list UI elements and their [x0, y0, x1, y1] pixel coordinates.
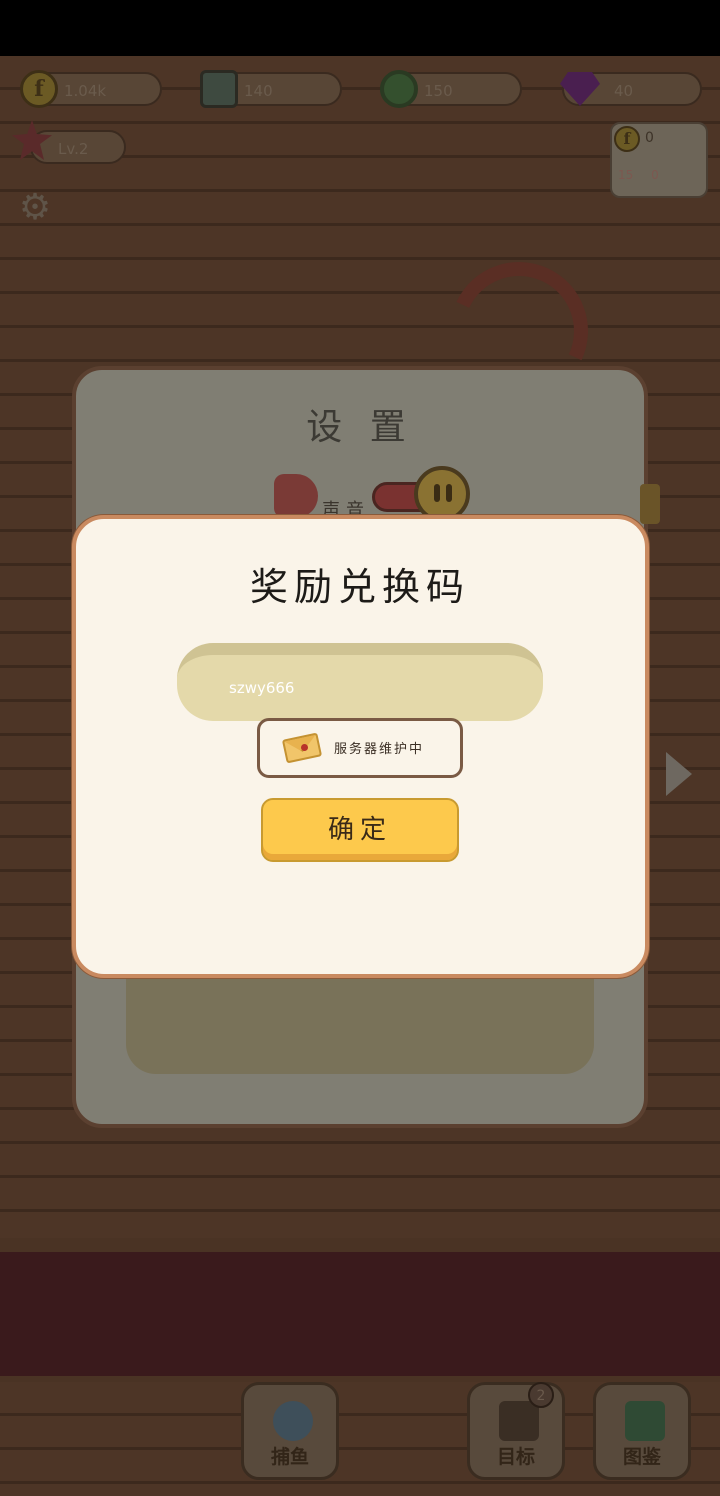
nav-fishing-button[interactable]: 捕鱼 — [241, 1382, 339, 1480]
submarine-icon — [273, 1401, 313, 1441]
coin-icon: f — [614, 126, 640, 152]
purple-gems-value: 40 — [614, 82, 634, 100]
goals-badge: 2 — [528, 1382, 554, 1408]
nav-fishing-label: 捕鱼 — [270, 1446, 309, 1468]
coin-icon: f — [20, 70, 58, 108]
mini-coins-value: 0 — [645, 130, 654, 146]
mini-stat-b: 0 — [651, 168, 659, 182]
dialog-title: 奖励兑换码 — [249, 565, 470, 609]
knob-eye-right — [446, 484, 452, 502]
nav-collection-label: 图鉴 — [622, 1446, 661, 1468]
books-value: 140 — [244, 82, 273, 100]
coins-counter: f 1.04k — [20, 70, 162, 108]
nav-goals-label: 目标 — [496, 1446, 535, 1468]
sound-toggle-knob[interactable] — [414, 466, 470, 522]
green-gems-counter: 150 — [380, 70, 522, 108]
gear-icon[interactable]: ⚙ — [17, 190, 53, 226]
envelope-seal — [301, 744, 308, 751]
mini-stats-row: 15 0 — [618, 168, 659, 182]
books-counter: 140 — [200, 70, 342, 108]
redeem-code-input[interactable] — [177, 643, 543, 721]
confirm-button[interactable]: 确定 — [261, 798, 459, 862]
fish-book-icon — [625, 1401, 665, 1441]
speaker-icon — [274, 474, 318, 518]
status-bar — [0, 0, 720, 56]
book-icon — [200, 70, 238, 108]
mini-stat-a: 15 — [618, 168, 634, 182]
purple-gem-icon — [560, 72, 600, 106]
purple-gems-counter: 40 — [560, 72, 702, 106]
target-board-icon — [499, 1401, 539, 1441]
server-notice-text: 服务器维护中 — [334, 742, 425, 757]
green-gem-icon — [380, 70, 418, 108]
arrow-right-icon[interactable] — [666, 752, 692, 796]
level-value: Lv.2 — [58, 140, 89, 158]
coins-value: 1.04k — [64, 82, 107, 100]
green-gems-value: 150 — [424, 82, 453, 100]
knob-eye-left — [434, 484, 440, 502]
settings-title: 设 置 — [306, 407, 414, 448]
nav-collection-button[interactable]: 图鉴 — [593, 1382, 691, 1480]
bottom-strip — [0, 1238, 720, 1382]
settings-side-tab — [640, 484, 660, 524]
